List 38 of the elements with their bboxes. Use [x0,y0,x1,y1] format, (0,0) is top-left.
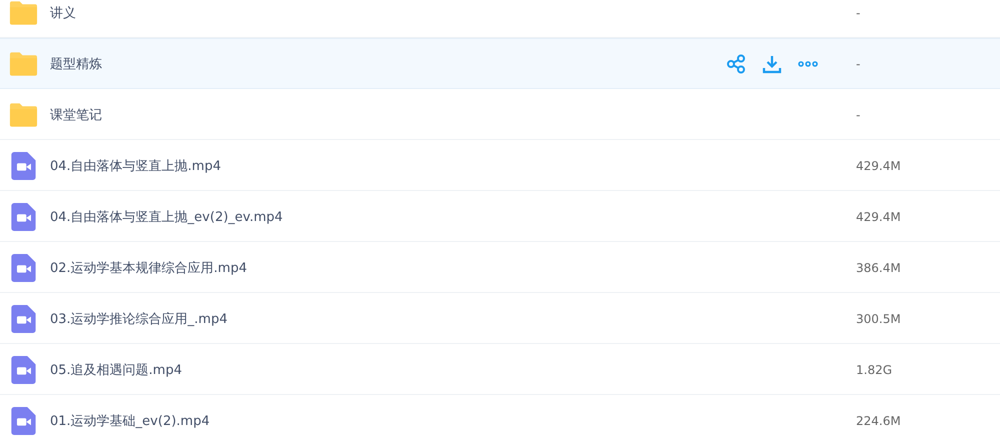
file-size: - [856,6,860,20]
file-name: 课堂笔记 [50,106,103,124]
file-name: 02.运动学基本规律综合应用.mp4 [50,260,248,276]
file-row[interactable]: 02.运动学基本规律综合应用.mp4 386.4M [0,242,1000,293]
folder-icon [9,50,38,76]
file-size: - [856,108,860,122]
file-row[interactable]: 05.追及相遇问题.mp4 1.82G [0,344,1000,395]
folder-icon [9,0,38,26]
file-row[interactable]: 01.运动学基础_ev(2).mp4 224.6M [0,395,1000,437]
file-name: 04.自由落体与竖直上抛.mp4 [50,158,222,174]
share-icon[interactable] [726,54,746,74]
file-name: 03.运动学推论综合应用_.mp4 [50,310,228,328]
file-size: - [856,56,860,70]
file-name: 讲义 [50,4,77,22]
file-size: 224.6M [856,414,901,428]
more-icon[interactable] [798,60,818,68]
file-size: 386.4M [856,260,901,274]
file-row[interactable]: 题型精炼 - [0,38,1000,89]
video-file-icon [11,406,36,434]
file-row[interactable]: 04.自由落体与竖直上抛_ev(2)_ev.mp4 429.4M [0,191,1000,242]
file-name: 05.追及相遇问题.mp4 [50,362,183,378]
file-row[interactable]: 03.运动学推论综合应用_.mp4 300.5M [0,293,1000,344]
file-row[interactable]: 04.自由落体与竖直上抛.mp4 429.4M [0,140,1000,191]
file-row[interactable]: 课堂笔记 - [0,89,1000,140]
video-file-icon [11,304,36,332]
video-file-icon [11,356,36,384]
video-file-icon [11,202,36,230]
file-name: 04.自由落体与竖直上抛_ev(2)_ev.mp4 [50,208,284,226]
file-size: 300.5M [856,312,901,326]
folder-icon [9,102,38,128]
video-file-icon [11,152,36,180]
file-name: 01.运动学基础_ev(2).mp4 [50,412,211,430]
download-icon[interactable] [762,54,782,74]
file-size: 1.82G [856,362,892,376]
file-size: 429.4M [856,210,901,224]
video-file-icon [11,254,36,282]
file-size: 429.4M [856,158,901,172]
file-name: 题型精炼 [50,56,103,72]
